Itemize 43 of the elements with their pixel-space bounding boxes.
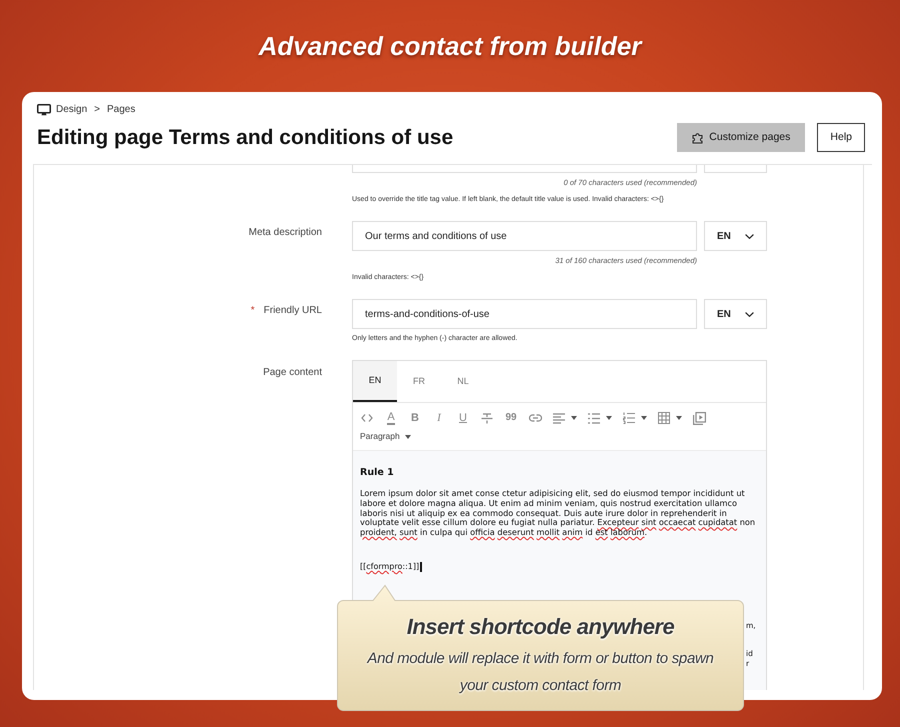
callout-text: And module will replace it with form or button to spawn your custom contact form [366,649,715,696]
help-button[interactable]: Help [817,123,865,152]
language-tab[interactable]: NL [441,361,485,402]
breadcrumb-link[interactable]: Design [56,103,88,117]
shortcode-text: [[cformpro::1]] [360,560,420,573]
media-icon[interactable] [692,412,706,424]
field-label: Page content [263,366,322,380]
strikethrough-icon[interactable] [481,412,493,424]
puzzle-icon [692,132,704,144]
bullet-list-icon[interactable] [588,412,600,424]
monitor-icon [37,104,51,116]
chevron-down-icon [744,312,754,316]
chevron-down-icon [744,234,754,238]
language-tab[interactable]: EN [353,361,397,402]
caret-icon[interactable] [676,416,682,420]
select-field[interactable] [704,165,767,173]
numbered-list-icon[interactable] [623,412,635,424]
field-label: Meta description [248,226,322,240]
callout-title: Insert shortcode anywhere [406,613,674,641]
text-field[interactable]: Our terms and conditions of use [352,221,697,251]
format-dropdown[interactable]: Paragraph [360,431,411,442]
link-icon[interactable] [528,414,542,422]
caret-icon[interactable] [641,416,647,420]
language-select[interactable]: EN [704,299,767,329]
content-heading: Rule 1 [360,467,394,479]
customize-button[interactable]: Customize pages [677,123,806,152]
page-heading: Advanced contact from builder [258,30,642,62]
paragraph: Lorem ipsum dolor sit amet conse ctetur adipisicing elit, sed do eiusmod tempor incididunt ut labore et dolore magna aliqua. Ut enim ad minim veniam, quis nostrud exercitation ullamco laboris nisi ut aliquip ex ea commodo consequat. Duis aute irure dolor in reprehenderit in voluptate velit esse cillum dolore eu fugiat nulla pariatur. Excepteur sint occaecat cupidatat non proident, sunt in culpa qui officia deserunt mollit anim id est laborum. [360,489,756,538]
breadcrumb-separator: > [94,103,100,117]
caret-icon[interactable] [571,416,577,420]
field-label: Friendly URL [264,304,322,318]
code-icon[interactable] [361,413,373,423]
language-tab[interactable]: FR [397,361,441,402]
caret-icon[interactable] [606,416,612,420]
input-field[interactable] [352,165,697,173]
breadcrumb-link[interactable]: Pages [106,103,136,117]
language-select[interactable]: EN [704,221,767,251]
caret-icon [404,434,411,438]
page-title: Editing page Terms and conditions of use [37,125,454,151]
table-icon[interactable] [658,412,670,424]
text-field[interactable]: terms-and-conditions-of-use [352,299,697,329]
align-left-icon[interactable] [553,412,565,424]
required-marker: * [250,304,255,318]
